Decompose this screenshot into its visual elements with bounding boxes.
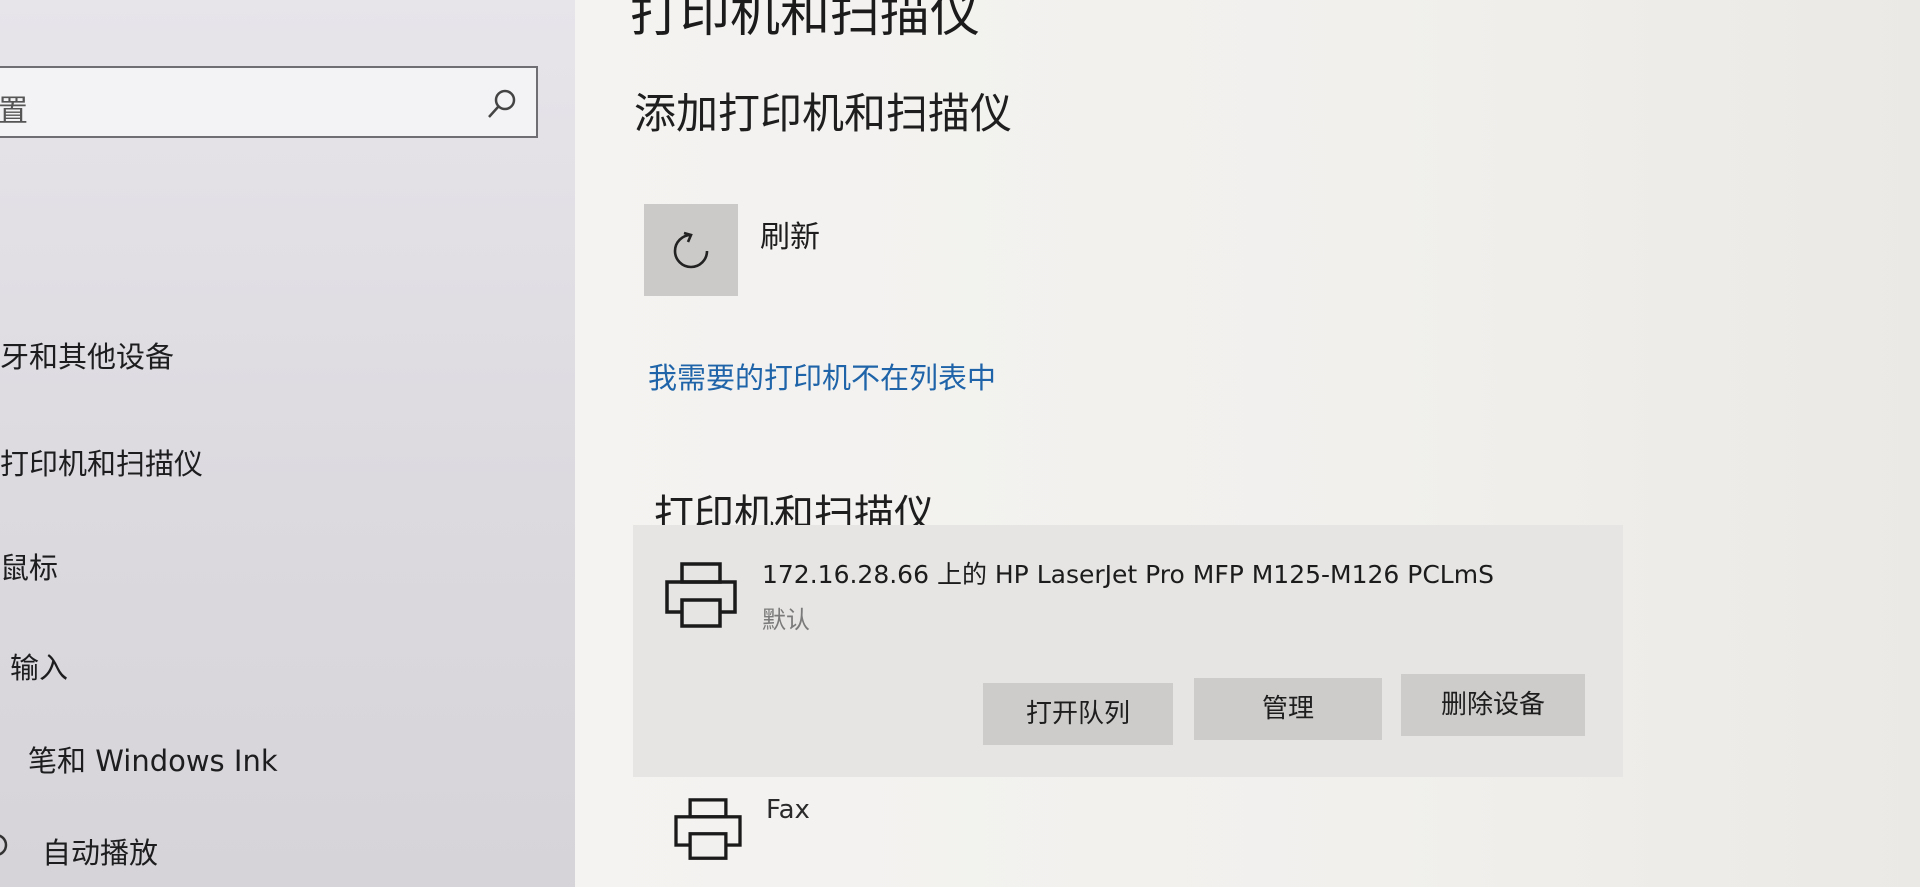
add-section-title: 添加打印机和扫描仪 — [634, 89, 1013, 138]
search-input[interactable]: 置 — [0, 66, 538, 138]
page-title: 打印机和扫描仪 — [630, 0, 980, 43]
sidebar-item-pen[interactable]: 笔和 Windows Ink — [28, 738, 278, 780]
open-queue-button[interactable]: 打开队列 — [983, 683, 1173, 745]
printer-not-listed-link[interactable]: 我需要的打印机不在列表中 — [648, 355, 996, 397]
manage-button[interactable]: 管理 — [1194, 678, 1382, 740]
printer-status: 默认 — [762, 606, 810, 634]
sidebar-item-bluetooth[interactable]: 牙和其他设备 — [0, 334, 174, 376]
printer-name: 172.16.28.66 上的 HP LaserJet Pro MFP M125… — [762, 560, 1494, 589]
sidebar-item-autoplay[interactable]: 自动播放 — [42, 830, 158, 872]
refresh-icon — [673, 231, 709, 269]
printer-icon — [665, 562, 737, 628]
settings-sidebar: 置 牙和其他设备 打印机和扫描仪 鼠标 输入 笔和 Windows Ink 自动… — [0, 0, 575, 887]
fax-name: Fax — [766, 795, 810, 825]
search-icon[interactable] — [484, 86, 520, 122]
refresh-button[interactable] — [644, 204, 738, 296]
sidebar-item-mouse[interactable]: 鼠标 — [0, 545, 58, 587]
remove-device-button[interactable]: 删除设备 — [1401, 674, 1585, 736]
sidebar-item-typing[interactable]: 输入 — [10, 645, 68, 687]
sidebar-item-printers[interactable]: 打印机和扫描仪 — [0, 441, 203, 483]
autoplay-icon — [0, 834, 8, 856]
search-placeholder: 置 — [0, 94, 28, 129]
refresh-label: 刷新 — [760, 220, 820, 255]
fax-printer-icon — [674, 798, 742, 860]
